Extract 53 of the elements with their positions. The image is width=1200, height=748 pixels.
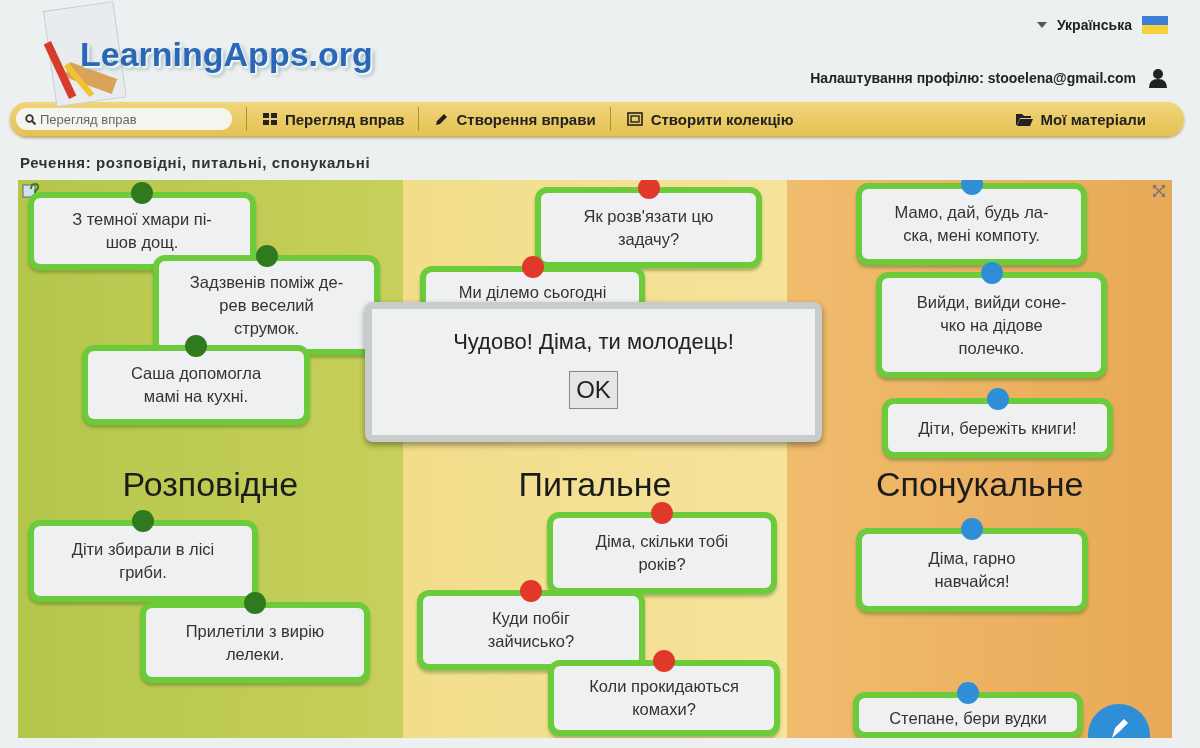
sentence-text: Вийди, вийди соне-чко на дідове полечко. (915, 291, 1068, 359)
sentence-text: Степане, бери вудки (889, 708, 1047, 728)
logo-text[interactable]: LearningApps.org (80, 35, 373, 74)
caret-icon (1036, 22, 1047, 28)
sentence-card[interactable]: Діма, гарно навчайся! (856, 528, 1088, 612)
sentence-text: З темної хмари пі-шов дощ. (71, 209, 213, 253)
nav-link[interactable]: Створити колекцію (610, 110, 808, 128)
sentence-text: Мамо, дай, будь ла-ска, мені компоту. (893, 202, 1050, 246)
sentence-text: Діма, скільки тобі років? (594, 531, 730, 575)
user-icon (1148, 68, 1168, 88)
sentence-text: Діти збирали в лісі гриби. (70, 539, 216, 583)
flag-icon (1142, 16, 1168, 34)
sentence-text: Прилетіли з вирію лелеки. (184, 620, 326, 665)
search-field[interactable]: Перегляд вправ (16, 108, 232, 130)
profile-settings-link[interactable]: Налаштування профілю: stooelena@gmail.com (810, 70, 1136, 86)
sentence-card[interactable]: Діма, скільки тобі років? (547, 512, 777, 594)
sentence-text: Коли прокидаються комахи? (588, 676, 740, 720)
sentence-text: Саша допомогла мамі на кухні. (129, 363, 263, 407)
category-title: Розповідне (122, 465, 299, 505)
fullscreen-icon[interactable] (1152, 184, 1166, 198)
sentence-card[interactable]: Куди побіг зайчисько? (417, 590, 645, 670)
sentence-text: Як розв'язати цю задачу? (582, 205, 715, 250)
page-title: Речення: розповідні, питальні, спонукальні (19, 153, 372, 173)
sentence-text: Діма, гарно навчайся! (927, 548, 1017, 592)
nav-link[interactable]: Мої матеріали (999, 110, 1160, 128)
sentence-card[interactable]: Мамо, дай, будь ла-ска, мені компоту. (856, 183, 1087, 265)
pencil-icon (435, 112, 449, 126)
sentence-card[interactable]: Діти, бережіть книги! (882, 398, 1113, 458)
frame-icon (626, 112, 643, 126)
nav-link[interactable]: Перегляд вправ (247, 110, 419, 128)
help-icon[interactable] (22, 182, 40, 200)
sentence-card[interactable]: Прилетіли з вирію лелеки. (140, 602, 370, 683)
sentence-card[interactable]: Як розв'язати цю задачу? (535, 187, 762, 268)
sentence-card[interactable]: Вийди, вийди соне-чко на дідове полечко. (876, 272, 1107, 378)
sentence-card[interactable]: Саша допомогла мамі на кухні. (82, 345, 310, 425)
language-selector[interactable]: Українська (1056, 17, 1132, 33)
sentence-card[interactable]: Коли прокидаються комахи? (548, 660, 780, 736)
sentence-card[interactable]: З темної хмари пі-шов дощ. (28, 192, 256, 270)
sentence-card[interactable]: Степане, бери вудки (853, 692, 1083, 738)
category-title: Спонукальне (875, 465, 1084, 505)
grid-icon (263, 113, 277, 125)
sentence-text: Діти, бережіть книги! (918, 417, 1077, 439)
sentence-card[interactable]: Діти збирали в лісі гриби. (28, 520, 258, 602)
folder-icon (1015, 112, 1033, 126)
sentence-text: Куди побіг зайчисько? (486, 608, 576, 652)
ok-button[interactable]: OK (569, 371, 618, 409)
category-title: Питальне (518, 465, 672, 505)
sentence-text: Задзвенів поміж де-рев веселий струмок. (189, 271, 344, 339)
pencil-icon[interactable] (1088, 704, 1150, 738)
search-icon (25, 114, 36, 125)
nav-link[interactable]: Створення вправи (419, 110, 610, 128)
sentence-text: Ми ділемо сьогодні (458, 282, 607, 302)
dialog-message: Чудово! Діма, ти молодець! (453, 329, 734, 355)
